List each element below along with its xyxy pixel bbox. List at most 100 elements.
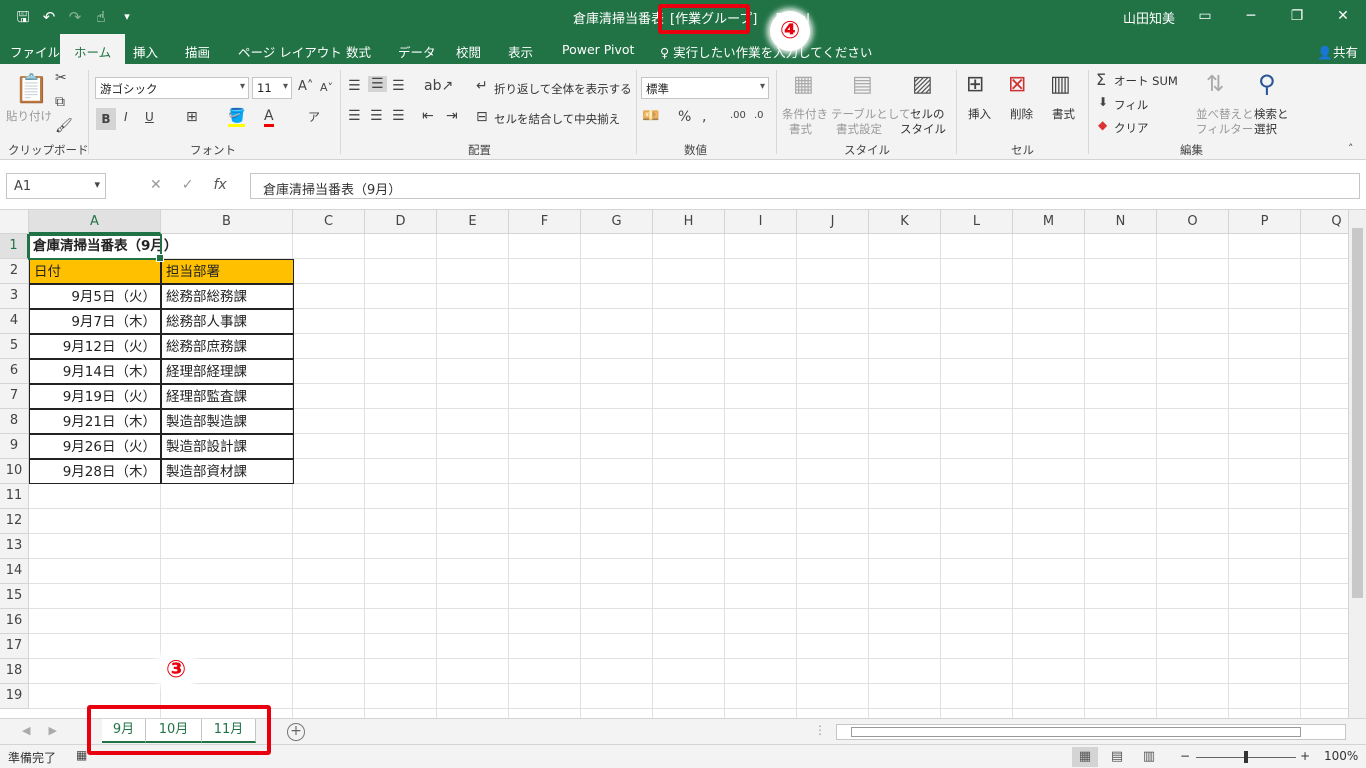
insert-function-icon[interactable]: fx <box>213 177 226 193</box>
minimize-icon[interactable]: ─ <box>1228 0 1274 34</box>
normal-view-icon[interactable]: ▦ <box>1072 747 1098 767</box>
orientation-icon[interactable]: ab↗ <box>424 78 453 94</box>
border-icon[interactable]: ⊞ <box>186 109 198 125</box>
font-size-select[interactable]: 11 <box>252 77 292 99</box>
find-select-label-2[interactable]: 選択 <box>1254 121 1277 137</box>
customize-qat-icon[interactable]: ▾ <box>116 6 138 28</box>
row-header[interactable]: 2 <box>0 259 29 284</box>
row-header[interactable]: 15 <box>0 584 29 609</box>
undo-icon[interactable]: ↶ <box>38 6 60 28</box>
macro-record-icon[interactable]: ▦ <box>76 748 87 762</box>
save-icon[interactable]: 🖫 <box>12 6 34 28</box>
sort-filter-label-1[interactable]: 並べ替えと <box>1196 106 1254 122</box>
department-cell[interactable]: 製造部製造課 <box>161 409 294 434</box>
row-header[interactable]: 4 <box>0 309 29 334</box>
align-left-icon[interactable]: ☰ <box>348 108 361 124</box>
formula-input[interactable]: 倉庫清掃当番表（9月） <box>250 173 1360 199</box>
column-header[interactable]: C <box>293 210 365 234</box>
insert-cells-icon[interactable]: ⊞ <box>966 72 984 97</box>
column-header[interactable]: G <box>581 210 653 234</box>
percent-icon[interactable]: % <box>678 109 691 125</box>
find-select-label-1[interactable]: 検索と <box>1254 106 1289 122</box>
tab-split-handle-icon[interactable]: ⋮ <box>814 723 826 737</box>
page-break-view-icon[interactable]: ▥ <box>1136 747 1162 767</box>
row-header[interactable]: 5 <box>0 334 29 359</box>
align-right-icon[interactable]: ☰ <box>392 108 405 124</box>
row-header[interactable]: 19 <box>0 684 29 709</box>
cell-styles-icon[interactable]: ▨ <box>912 72 933 97</box>
horizontal-scroll-thumb[interactable] <box>851 727 1301 737</box>
share-button[interactable]: 👤共有 <box>1317 42 1358 61</box>
format-cells-icon[interactable]: ▥ <box>1050 72 1071 97</box>
column-header[interactable]: L <box>941 210 1013 234</box>
merge-center-button[interactable]: セルを結合して中央揃え <box>494 111 620 127</box>
align-middle-icon[interactable]: ☰ <box>368 76 387 92</box>
collapse-ribbon-icon[interactable]: ˄ <box>1348 142 1354 155</box>
date-cell[interactable]: 9月5日（火） <box>29 284 161 309</box>
increase-decimal-icon[interactable]: .00 <box>730 110 746 121</box>
date-cell[interactable]: 9月12日（火） <box>29 334 161 359</box>
column-header[interactable]: A <box>29 210 161 234</box>
align-center-icon[interactable]: ☰ <box>370 108 383 124</box>
touch-mode-icon[interactable]: ☝ <box>90 6 112 28</box>
column-header[interactable]: M <box>1013 210 1085 234</box>
increase-font-icon[interactable]: A˄ <box>298 79 313 94</box>
fill-color-icon[interactable]: 🪣 <box>228 108 246 127</box>
insert-cells-label[interactable]: 挿入 <box>968 106 991 122</box>
cell-styles-label-2[interactable]: スタイル <box>900 121 946 137</box>
conditional-format-icon[interactable]: ▦ <box>793 72 814 97</box>
paste-label[interactable]: 貼り付け <box>6 108 52 124</box>
date-cell[interactable]: 9月28日（木） <box>29 459 161 484</box>
close-icon[interactable]: ✕ <box>1320 0 1366 34</box>
column-header[interactable]: E <box>437 210 509 234</box>
zoom-out-icon[interactable]: − <box>1180 749 1190 763</box>
zoom-in-icon[interactable]: + <box>1300 749 1310 763</box>
comma-icon[interactable]: , <box>702 109 706 125</box>
add-sheet-icon[interactable]: + <box>287 723 305 741</box>
restore-icon[interactable]: ❐ <box>1274 0 1320 34</box>
row-header[interactable]: 6 <box>0 359 29 384</box>
department-cell[interactable]: 経理部監査課 <box>161 384 294 409</box>
tab-home[interactable]: ホーム <box>60 34 126 64</box>
autosum-button[interactable]: オート SUM <box>1114 73 1178 89</box>
column-header[interactable]: H <box>653 210 725 234</box>
date-cell[interactable]: 9月7日（木） <box>29 309 161 334</box>
cut-icon[interactable]: ✂ <box>55 70 67 86</box>
underline-button[interactable]: U <box>145 110 154 124</box>
department-cell[interactable]: 製造部資材課 <box>161 459 294 484</box>
sheet-nav-arrows[interactable]: ◀▶ <box>22 724 75 737</box>
row-header[interactable]: 13 <box>0 534 29 559</box>
row-header[interactable]: 7 <box>0 384 29 409</box>
name-box[interactable]: A1 <box>6 173 106 199</box>
fill-icon[interactable]: ⬇ <box>1098 95 1108 109</box>
find-select-icon[interactable]: ⚲ <box>1258 70 1276 98</box>
row-header[interactable]: 1 <box>0 234 29 259</box>
format-as-table-icon[interactable]: ▤ <box>852 72 873 97</box>
user-name[interactable]: 山田知美 <box>1123 8 1175 27</box>
row-header[interactable]: 12 <box>0 509 29 534</box>
autosum-icon[interactable]: Σ <box>1096 70 1106 89</box>
tab-formulas[interactable]: 数式 <box>346 42 371 61</box>
sort-filter-label-2[interactable]: フィルター <box>1196 121 1253 137</box>
column-header[interactable]: D <box>365 210 437 234</box>
currency-icon[interactable]: 💴 <box>642 108 659 124</box>
sort-filter-icon[interactable]: ⇅ <box>1206 72 1224 97</box>
paste-icon[interactable]: 📋 <box>14 72 49 105</box>
row-header[interactable]: 8 <box>0 409 29 434</box>
cell-styles-label-1[interactable]: セルの <box>910 106 945 122</box>
align-bottom-icon[interactable]: ☰ <box>392 78 405 94</box>
tab-draw[interactable]: 描画 <box>185 42 210 61</box>
tab-file[interactable]: ファイル <box>10 42 60 61</box>
horizontal-scrollbar[interactable] <box>836 724 1346 740</box>
clear-icon[interactable]: ◆ <box>1098 118 1107 132</box>
vertical-scroll-thumb[interactable] <box>1352 228 1363 598</box>
page-layout-view-icon[interactable]: ▤ <box>1104 747 1130 767</box>
decrease-indent-icon[interactable]: ⇤ <box>422 108 434 124</box>
font-color-icon[interactable]: A <box>264 108 274 127</box>
department-cell[interactable]: 総務部人事課 <box>161 309 294 334</box>
header-cell-department[interactable]: 担当部署 <box>161 259 294 284</box>
row-header[interactable]: 17 <box>0 634 29 659</box>
zoom-level[interactable]: 100% <box>1324 749 1358 763</box>
column-header[interactable]: N <box>1085 210 1157 234</box>
header-cell-date[interactable]: 日付 <box>29 259 161 284</box>
